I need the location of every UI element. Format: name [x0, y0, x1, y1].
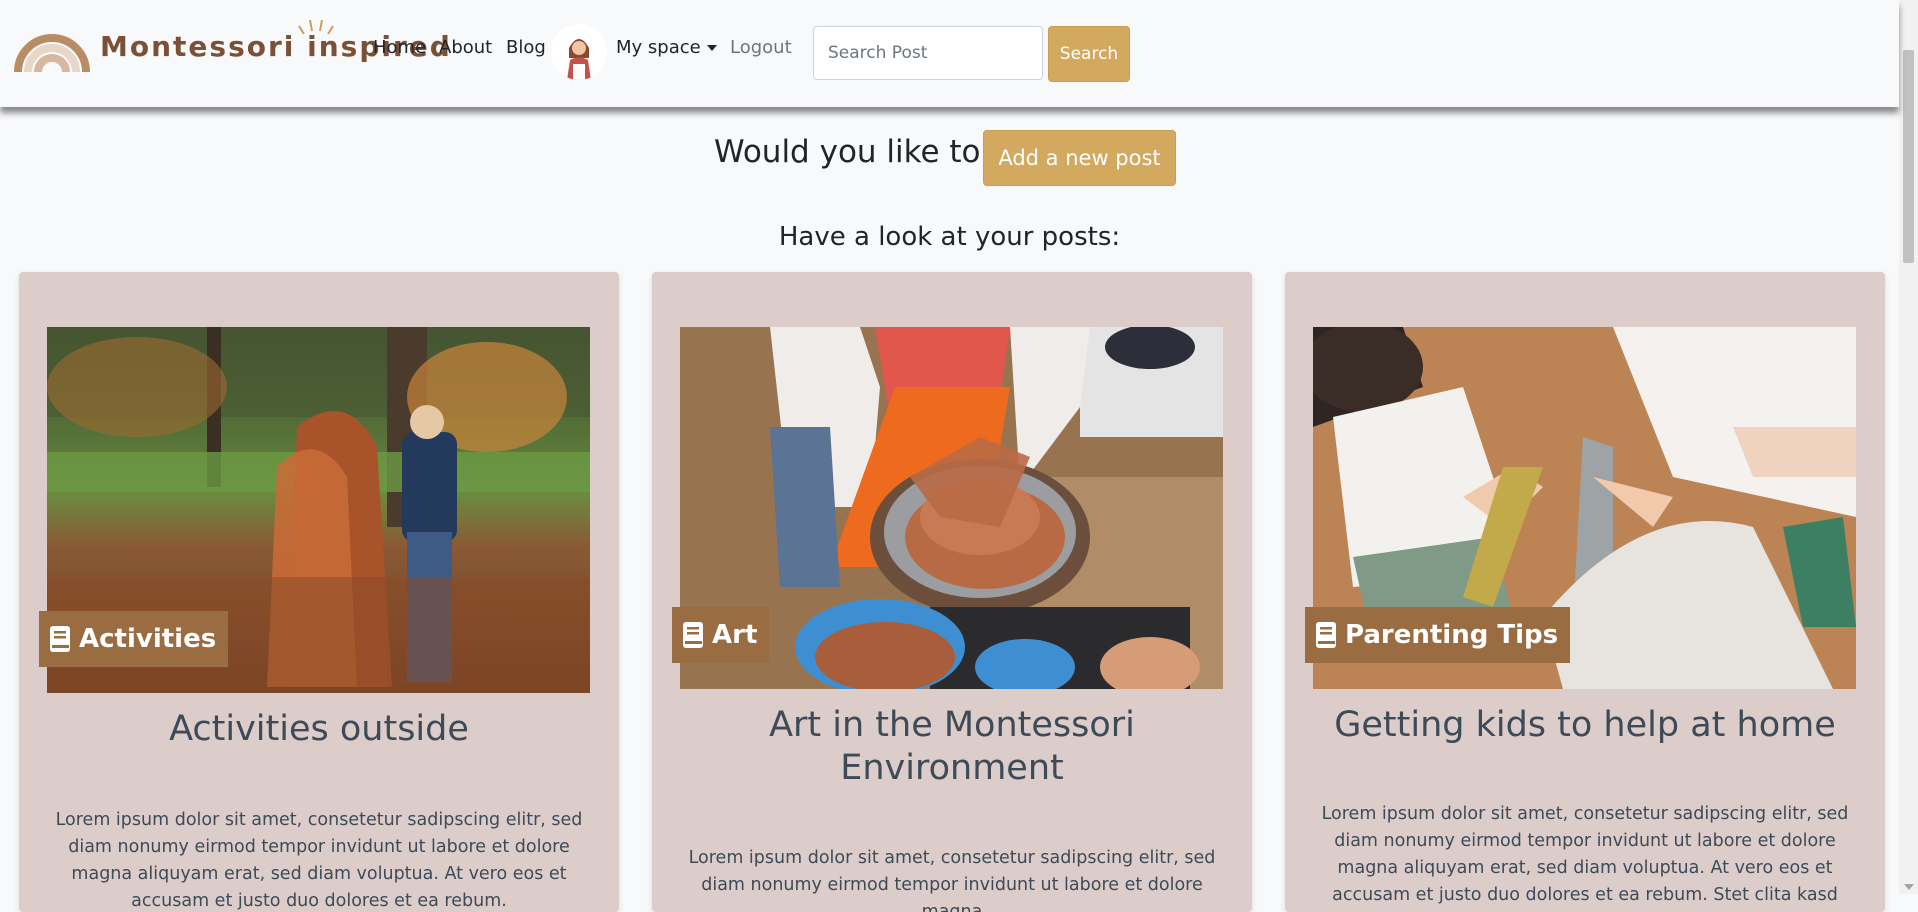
search-button[interactable]: Search	[1048, 26, 1130, 82]
avatar-icon	[551, 24, 607, 80]
book-icon	[683, 622, 703, 648]
nav-blog[interactable]: Blog	[506, 37, 546, 58]
scrollbar-thumb[interactable]	[1903, 50, 1914, 263]
post-title[interactable]: Activities outside	[39, 708, 599, 751]
post-card-activities[interactable]: Activities Activities outside Lorem ipsu…	[19, 272, 619, 912]
sun-rays-icon	[298, 19, 334, 35]
brand-logo[interactable]: Montessori inspired	[14, 14, 450, 76]
my-space-label: My space	[616, 37, 701, 58]
nav-logout[interactable]: Logout	[730, 37, 792, 58]
add-post-question: Would you like to	[714, 134, 981, 170]
add-post-button[interactable]: Add a new post	[983, 130, 1176, 186]
post-title[interactable]: Getting kids to help at home	[1305, 704, 1865, 747]
nav-my-space[interactable]: My space	[616, 37, 717, 58]
navbar: Montessori inspired Home About Blog My s…	[0, 0, 1899, 107]
post-excerpt: Lorem ipsum dolor sit amet, consetetur s…	[55, 810, 583, 911]
page-scrollbar[interactable]	[1899, 0, 1918, 894]
post-excerpt: Lorem ipsum dolor sit amet, consetetur s…	[1321, 804, 1849, 905]
post-card-art[interactable]: Art Art in the Montessori Environment Lo…	[652, 272, 1252, 912]
post-title[interactable]: Art in the Montessori Environment	[672, 704, 1232, 790]
book-icon	[1316, 622, 1336, 648]
rainbow-logo-icon	[14, 34, 90, 73]
category-badge: Parenting Tips	[1305, 607, 1571, 663]
scroll-down-arrow-icon[interactable]	[1904, 884, 1914, 890]
category-label: Art	[712, 620, 758, 650]
book-icon	[50, 626, 70, 652]
search-input[interactable]	[813, 26, 1043, 80]
nav-about[interactable]: About	[439, 37, 492, 58]
posts-heading: Have a look at your posts:	[778, 222, 1121, 252]
post-card-parenting[interactable]: Parenting Tips Getting kids to help at h…	[1285, 272, 1885, 912]
category-label: Activities	[79, 624, 217, 654]
nav-home[interactable]: Home	[373, 37, 426, 58]
post-excerpt: Lorem ipsum dolor sit amet, consetetur s…	[688, 848, 1216, 912]
category-badge: Art	[672, 607, 770, 663]
category-label: Parenting Tips	[1345, 620, 1559, 650]
caret-down-icon	[706, 45, 717, 51]
category-badge: Activities	[39, 611, 229, 667]
user-avatar[interactable]	[551, 24, 607, 80]
